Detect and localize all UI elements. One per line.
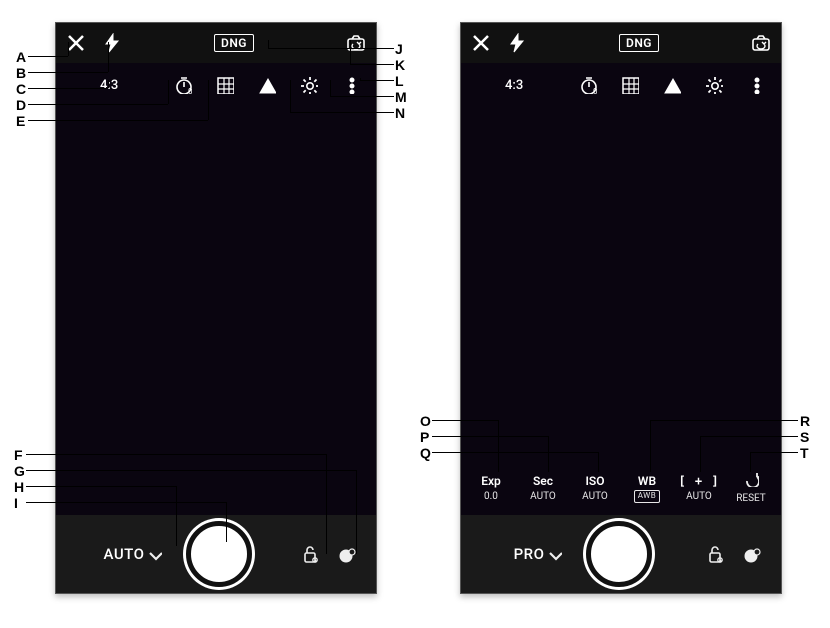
callout-P: P <box>420 430 429 444</box>
shutter-button[interactable] <box>586 521 652 587</box>
callout-T: T <box>800 446 809 460</box>
histogram-icon[interactable] <box>663 76 681 94</box>
callout-N: N <box>395 106 405 120</box>
dng-badge[interactable]: DNG <box>214 34 254 52</box>
callout-R: R <box>800 414 810 428</box>
callout-F: F <box>14 448 23 462</box>
chevron-down-icon <box>146 546 162 562</box>
timer-icon[interactable] <box>174 76 192 94</box>
switch-camera-icon[interactable] <box>751 33 771 53</box>
pro-wb[interactable]: WBAWB <box>625 474 669 503</box>
grid-icon[interactable] <box>216 76 234 94</box>
top-bar: DNG <box>461 23 781 63</box>
callout-I: I <box>14 496 18 510</box>
histogram-icon[interactable] <box>258 76 276 94</box>
filters-icon[interactable] <box>338 544 358 564</box>
mode-selector[interactable]: PRO <box>514 545 563 563</box>
pro-iso[interactable]: ISOAUTO <box>573 474 617 503</box>
switch-camera-icon[interactable] <box>346 33 366 53</box>
callout-O: O <box>420 414 431 428</box>
callout-Q: Q <box>420 446 431 460</box>
lock-icon[interactable] <box>705 544 725 564</box>
callout-S: S <box>800 430 809 444</box>
camera-screen-pro: DNG 4:3 Exp0.0 SecAUTO ISOAUTO WBAWB [ +… <box>460 22 782 594</box>
settings-icon[interactable] <box>300 76 318 94</box>
callout-J: J <box>395 42 403 56</box>
pro-exp[interactable]: Exp0.0 <box>469 474 513 503</box>
shutter-button[interactable] <box>186 521 252 587</box>
aspect-ratio[interactable]: 4:3 <box>505 78 523 93</box>
callout-K: K <box>395 58 405 72</box>
lock-icon[interactable] <box>300 544 320 564</box>
aspect-ratio[interactable]: 4:3 <box>100 78 118 93</box>
timer-icon[interactable] <box>579 76 597 94</box>
camera-screen-auto: DNG 4:3 AUTO <box>55 22 377 594</box>
viewfinder[interactable] <box>461 103 781 465</box>
callout-B: B <box>16 66 26 80</box>
callout-A: A <box>16 50 26 64</box>
flash-icon[interactable] <box>507 33 527 53</box>
tool-row: 4:3 <box>461 63 781 103</box>
pro-controls: Exp0.0 SecAUTO ISOAUTO WBAWB [ + ]AUTO R… <box>461 465 781 515</box>
close-icon[interactable] <box>471 33 491 53</box>
filters-icon[interactable] <box>743 544 763 564</box>
mode-label: PRO <box>514 545 545 563</box>
dng-badge[interactable]: DNG <box>619 34 659 52</box>
callout-L: L <box>395 74 404 88</box>
callout-G: G <box>14 464 25 478</box>
reset-icon <box>743 471 759 487</box>
more-icon[interactable] <box>342 76 360 94</box>
mode-label: AUTO <box>104 545 145 563</box>
chevron-down-icon <box>546 546 562 562</box>
callout-H: H <box>14 480 24 494</box>
top-bar: DNG <box>56 23 376 63</box>
pro-reset[interactable]: RESET <box>729 471 773 505</box>
callout-C: C <box>16 82 26 96</box>
bottom-bar: PRO <box>461 515 781 593</box>
callout-D: D <box>16 98 26 112</box>
callout-M: M <box>395 90 407 104</box>
more-icon[interactable] <box>747 76 765 94</box>
settings-icon[interactable] <box>705 76 723 94</box>
pro-focus[interactable]: [ + ]AUTO <box>677 474 721 503</box>
tool-row: 4:3 <box>56 63 376 103</box>
close-icon[interactable] <box>66 33 86 53</box>
pro-sec[interactable]: SecAUTO <box>521 474 565 503</box>
grid-icon[interactable] <box>621 76 639 94</box>
mode-selector[interactable]: AUTO <box>104 545 163 563</box>
callout-E: E <box>16 114 25 128</box>
bottom-bar: AUTO <box>56 515 376 593</box>
flash-icon[interactable] <box>102 33 122 53</box>
